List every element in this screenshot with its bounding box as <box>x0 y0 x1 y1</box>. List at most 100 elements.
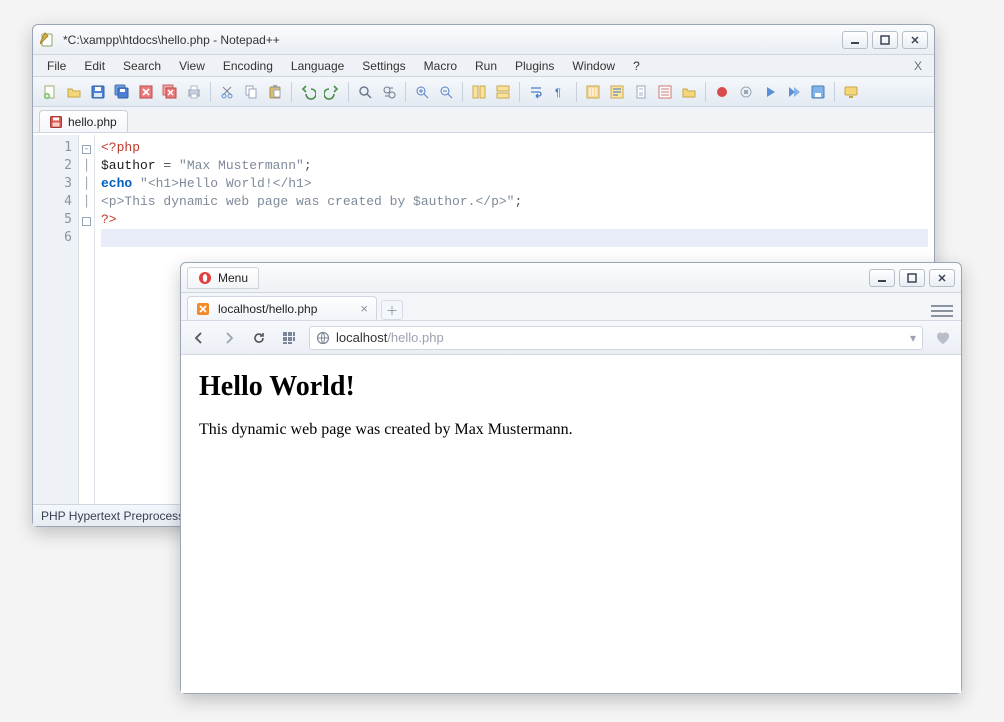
undo-icon[interactable] <box>297 81 319 103</box>
cut-icon[interactable] <box>216 81 238 103</box>
save-all-icon[interactable] <box>111 81 133 103</box>
play-multi-icon[interactable] <box>783 81 805 103</box>
code-text: $author <box>101 158 156 173</box>
wordwrap-icon[interactable] <box>525 81 547 103</box>
bookmark-heart-icon[interactable] <box>933 328 953 348</box>
record-icon[interactable] <box>711 81 733 103</box>
menubar-close-icon[interactable]: X <box>908 59 928 73</box>
close-button[interactable] <box>929 269 955 287</box>
line-gutter: 1 2 3 4 5 6 <box>33 135 79 504</box>
toolbar-sep <box>705 82 706 102</box>
code-text <box>132 176 140 191</box>
code-text: <p>This dynamic web page was created by … <box>101 194 514 209</box>
back-button[interactable] <box>189 328 209 348</box>
save-macro-icon[interactable] <box>807 81 829 103</box>
forward-button[interactable] <box>219 328 239 348</box>
file-tab-hello-php[interactable]: hello.php <box>39 110 128 132</box>
speed-dial-icon[interactable] <box>279 328 299 348</box>
tab-menu-icon[interactable] <box>931 302 953 320</box>
menu-plugins[interactable]: Plugins <box>507 57 562 75</box>
opera-tabstrip: localhost/hello.php × ＋ <box>181 293 961 321</box>
menu-edit[interactable]: Edit <box>76 57 113 75</box>
url-path: /hello.php <box>387 330 443 345</box>
url-text: localhost/hello.php <box>336 330 444 345</box>
menu-search[interactable]: Search <box>115 57 169 75</box>
line-num: 5 <box>33 211 72 229</box>
code-text: echo <box>101 176 132 191</box>
docmap-icon[interactable] <box>630 81 652 103</box>
find-icon[interactable] <box>354 81 376 103</box>
reload-button[interactable] <box>249 328 269 348</box>
close-file-icon[interactable] <box>135 81 157 103</box>
address-field[interactable]: localhost/hello.php ▾ <box>309 326 923 350</box>
maximize-button[interactable] <box>899 269 925 287</box>
menu-window[interactable]: Window <box>564 57 623 75</box>
indent-guide-icon[interactable] <box>582 81 604 103</box>
menu-settings[interactable]: Settings <box>354 57 413 75</box>
menu-language[interactable]: Language <box>283 57 352 75</box>
sync-h-icon[interactable] <box>492 81 514 103</box>
monitor-icon[interactable] <box>840 81 862 103</box>
open-file-icon[interactable] <box>63 81 85 103</box>
funclist-icon[interactable] <box>654 81 676 103</box>
menu-macro[interactable]: Macro <box>416 57 465 75</box>
toolbar-sep <box>462 82 463 102</box>
toolbar-sep <box>519 82 520 102</box>
zoom-out-icon[interactable] <box>435 81 457 103</box>
opera-menu-label: Menu <box>218 271 248 285</box>
site-info-icon[interactable] <box>316 331 330 345</box>
replace-icon[interactable] <box>378 81 400 103</box>
fold-toggle-icon[interactable]: - <box>82 145 91 154</box>
toolbar-sep <box>834 82 835 102</box>
copy-icon[interactable] <box>240 81 262 103</box>
status-language: PHP Hypertext Preprocessor <box>41 509 195 523</box>
code-text: ; <box>304 158 312 173</box>
menu-help[interactable]: ? <box>625 57 648 75</box>
code-text: = <box>156 158 179 173</box>
npp-toolbar: ¶ <box>33 77 934 107</box>
toolbar-sep <box>405 82 406 102</box>
udl-icon[interactable] <box>606 81 628 103</box>
paste-icon[interactable] <box>264 81 286 103</box>
folder-panel-icon[interactable] <box>678 81 700 103</box>
line-num: 1 <box>33 139 72 157</box>
toolbar-sep <box>576 82 577 102</box>
save-icon[interactable] <box>87 81 109 103</box>
minimize-button[interactable] <box>842 31 868 49</box>
menu-view[interactable]: View <box>171 57 213 75</box>
code-text: ; <box>514 194 522 209</box>
line-num: 2 <box>33 157 72 175</box>
menu-run[interactable]: Run <box>467 57 505 75</box>
opera-window-controls <box>869 269 955 287</box>
npp-titlebar: *C:\xampp\htdocs\hello.php - Notepad++ <box>33 25 934 55</box>
opera-window: Menu localhost/hello.php × ＋ localhost/h… <box>180 262 962 694</box>
svg-text:¶: ¶ <box>555 87 561 99</box>
rendered-page: Hello World! This dynamic web page was c… <box>181 357 961 693</box>
stop-record-icon[interactable] <box>735 81 757 103</box>
maximize-button[interactable] <box>872 31 898 49</box>
close-all-icon[interactable] <box>159 81 181 103</box>
dropdown-icon[interactable]: ▾ <box>910 331 916 345</box>
close-button[interactable] <box>902 31 928 49</box>
code-text: <?php <box>101 140 140 155</box>
sync-v-icon[interactable] <box>468 81 490 103</box>
page-paragraph: This dynamic web page was created by Max… <box>199 421 943 439</box>
tab-close-icon[interactable]: × <box>360 301 368 316</box>
zoom-in-icon[interactable] <box>411 81 433 103</box>
play-icon[interactable] <box>759 81 781 103</box>
opera-titlebar: Menu <box>181 263 961 293</box>
line-num: 3 <box>33 175 72 193</box>
npp-tabstrip: hello.php <box>33 107 934 133</box>
menu-encoding[interactable]: Encoding <box>215 57 281 75</box>
menu-file[interactable]: File <box>39 57 74 75</box>
code-text: "<h1>Hello World!</h1> <box>140 176 312 191</box>
minimize-button[interactable] <box>869 269 895 287</box>
show-all-chars-icon[interactable]: ¶ <box>549 81 571 103</box>
url-host: localhost <box>336 330 387 345</box>
browser-tab[interactable]: localhost/hello.php × <box>187 296 377 320</box>
redo-icon[interactable] <box>321 81 343 103</box>
new-file-icon[interactable] <box>39 81 61 103</box>
print-icon[interactable] <box>183 81 205 103</box>
opera-menu-button[interactable]: Menu <box>187 267 259 289</box>
new-tab-button[interactable]: ＋ <box>381 300 403 320</box>
